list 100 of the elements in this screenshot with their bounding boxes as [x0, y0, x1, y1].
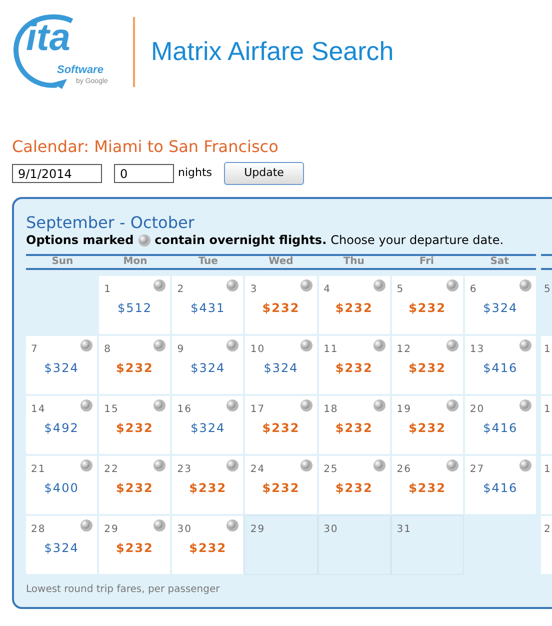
fare-cell[interactable]: 9 $324 [172, 336, 244, 394]
fare-cell[interactable]: 8 $232 [99, 336, 170, 394]
day-number: 23 [177, 463, 192, 477]
weekday-header: Tue [197, 257, 219, 267]
day-number: 22 [104, 463, 119, 477]
day-number: 6 [470, 283, 478, 297]
fare-cell[interactable]: 7 $324 [26, 336, 98, 394]
fare-cell[interactable]: 10 $324 [245, 336, 317, 394]
fare-price: $324 [482, 300, 519, 317]
weekday-header: Fri [418, 257, 435, 267]
nights-label: nights [178, 165, 212, 182]
date-field[interactable]: 9/1/2014 [12, 164, 102, 183]
day-number: 5 [544, 283, 550, 297]
fare-price: $232 [188, 480, 228, 497]
day-number: 13 [470, 343, 485, 357]
day-number: 25 [324, 463, 338, 477]
day-number: 24 [250, 463, 266, 477]
fare-cell[interactable]: 14 $492 [26, 396, 98, 454]
fare-cell[interactable]: 11 $232 [318, 336, 390, 394]
fare-price: $324 [190, 420, 226, 437]
fare-price: $232 [261, 480, 301, 497]
day-number: 16 [177, 403, 192, 417]
day-number: 29 [250, 523, 266, 537]
day-number: 31 [396, 523, 412, 537]
weekday-header: Sun [50, 257, 74, 267]
fare-cell[interactable]: 13 $416 [464, 336, 536, 394]
fare-price: $232 [261, 300, 301, 317]
fare-price: $512 [116, 300, 153, 317]
day-number: 21 [31, 463, 46, 477]
fare-cell[interactable]: 19 $232 [392, 396, 463, 454]
fare-price: $492 [43, 420, 80, 437]
fare-price: $232 [115, 360, 154, 377]
fare-cell[interactable]: 26 $232 [392, 456, 463, 514]
fare-price: $232 [115, 480, 154, 497]
weekday-header: Wed [268, 257, 294, 267]
nights-field[interactable]: 0 [114, 164, 174, 183]
day-number: 19 [396, 403, 412, 417]
fare-price: $232 [261, 420, 301, 437]
update-button[interactable]: Update [224, 162, 304, 185]
app-title: Matrix Airfare Search [151, 35, 394, 68]
day-number: 29 [104, 523, 119, 537]
fare-cell[interactable]: 27 $416 [464, 456, 536, 514]
fare-price: $416 [482, 420, 519, 437]
fare-cell[interactable]: 23 $232 [172, 456, 244, 514]
fare-cell[interactable]: 3 $232 [245, 276, 317, 334]
fare-price: $232 [408, 480, 447, 497]
fare-cell[interactable]: 22 $232 [99, 456, 170, 514]
fare-price: $232 [408, 360, 447, 377]
day-number: 7 [31, 343, 38, 357]
fare-cell[interactable]: 29 $232 [99, 516, 170, 574]
month-title: September - October [26, 213, 196, 233]
day-number: 2 [544, 523, 550, 537]
weekday-header: Thu [342, 257, 366, 267]
fare-price: $232 [408, 420, 447, 437]
day-number: 14 [31, 403, 46, 417]
fare-price: $232 [334, 480, 374, 497]
fare-footnote: Lowest round trip fares, per passenger [26, 583, 221, 597]
fare-price: $232 [115, 420, 154, 437]
fare-price: $232 [334, 420, 374, 437]
day-number: 3 [250, 283, 258, 297]
day-number: 1 [544, 463, 550, 477]
fare-cell[interactable]: 24 $232 [245, 456, 317, 514]
fare-cell[interactable]: 20 $416 [464, 396, 536, 454]
day-number: 10 [250, 343, 266, 357]
fare-cell[interactable]: 6 $324 [464, 276, 536, 334]
fare-cell[interactable]: 5 $232 [392, 276, 463, 334]
fare-cell[interactable]: 15 $232 [99, 396, 170, 454]
day-number: 30 [324, 523, 338, 537]
day-number: 28 [31, 523, 46, 537]
day-number: 1 [544, 403, 550, 417]
fare-price: $324 [262, 360, 300, 377]
weekday-header: Mon [122, 257, 148, 267]
day-number: 4 [324, 283, 331, 297]
fare-price: $324 [43, 540, 80, 557]
fare-cell[interactable]: 28 $324 [26, 516, 98, 574]
day-number: 20 [470, 403, 485, 417]
fare-price: $232 [334, 360, 374, 377]
day-number: 1 [544, 343, 550, 357]
fare-price: $324 [43, 360, 80, 377]
day-number: 11 [324, 343, 338, 357]
day-number: 15 [104, 403, 119, 417]
overnight-icon [138, 234, 151, 247]
fare-cell[interactable]: 1 $512 [99, 276, 170, 334]
day-number: 2 [177, 283, 185, 297]
fare-price: $232 [334, 300, 374, 317]
fare-cell[interactable]: 17 $232 [245, 396, 317, 454]
day-number: 30 [177, 523, 192, 537]
fare-cell[interactable]: 21 $400 [26, 456, 98, 514]
fare-cell[interactable]: 12 $232 [392, 336, 463, 394]
fare-price: $232 [408, 300, 447, 317]
fare-cell[interactable]: 2 $431 [172, 276, 244, 334]
fare-cell[interactable]: 30 $232 [172, 516, 244, 574]
fare-cell[interactable]: 16 $324 [172, 396, 244, 454]
day-number: 12 [396, 343, 412, 357]
fare-price: $232 [115, 540, 154, 557]
fare-price: $232 [188, 540, 228, 557]
fare-price: $416 [482, 480, 519, 497]
fare-cell[interactable]: 4 $232 [318, 276, 390, 334]
fare-cell[interactable]: 25 $232 [318, 456, 390, 514]
fare-cell[interactable]: 18 $232 [318, 396, 390, 454]
